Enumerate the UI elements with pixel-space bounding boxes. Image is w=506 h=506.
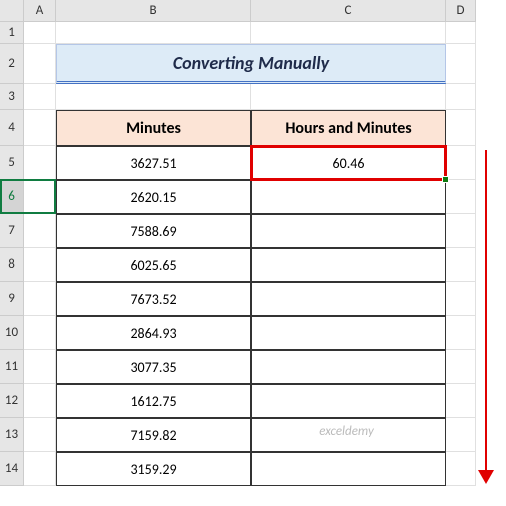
cell-minutes-13[interactable]: 7159.82 [56,418,251,452]
cell-a10[interactable] [24,316,56,350]
cell-a1[interactable] [24,22,56,44]
cell-a3[interactable] [24,84,56,110]
col-header-c[interactable]: C [251,0,446,22]
row-header-3[interactable]: 3 [0,84,24,110]
drag-arrow-line [485,150,487,472]
cell-b1[interactable] [56,22,251,44]
cell-minutes-14[interactable]: 3159.29 [56,452,251,486]
cell-d13[interactable] [446,418,476,452]
col-header-d[interactable]: D [446,0,476,22]
cell-hours-10[interactable] [251,316,446,350]
cell-hours-7[interactable] [251,214,446,248]
cell-hours-8[interactable] [251,248,446,282]
row-header-14[interactable]: 14 [0,452,24,486]
cell-hours-9[interactable] [251,282,446,316]
cell-c1[interactable] [251,22,446,44]
cell-a11[interactable] [24,350,56,384]
row-header-10[interactable]: 10 [0,316,24,350]
cell-minutes-5[interactable]: 3627.51 [56,146,251,180]
cell-d10[interactable] [446,316,476,350]
cell-a4[interactable] [24,110,56,146]
cell-a14[interactable] [24,452,56,486]
drag-arrow-head-icon [478,470,494,484]
header-minutes[interactable]: Minutes [56,110,251,146]
title-cell[interactable]: Converting Manually [56,44,446,84]
cell-hours-13[interactable] [251,418,446,452]
row-header-1[interactable]: 1 [0,22,24,44]
fill-handle[interactable] [442,176,449,183]
cell-hours-14[interactable] [251,452,446,486]
cell-a8[interactable] [24,248,56,282]
cell-d9[interactable] [446,282,476,316]
cell-hours-12[interactable] [251,384,446,418]
header-hours[interactable]: Hours and Minutes [251,110,446,146]
row-header-11[interactable]: 11 [0,350,24,384]
cell-d3[interactable] [446,84,476,110]
cell-a9[interactable] [24,282,56,316]
cell-d2[interactable] [446,44,476,84]
row-header-9[interactable]: 9 [0,282,24,316]
cell-minutes-7[interactable]: 7588.69 [56,214,251,248]
cell-c3[interactable] [251,84,446,110]
cell-a13[interactable] [24,418,56,452]
cell-minutes-6[interactable]: 2620.15 [56,180,251,214]
cell-d11[interactable] [446,350,476,384]
cell-d5[interactable] [446,146,476,180]
cell-a5[interactable] [24,146,56,180]
cell-d1[interactable] [446,22,476,44]
row-header-13[interactable]: 13 [0,418,24,452]
row-header-7[interactable]: 7 [0,214,24,248]
row-header-5[interactable]: 5 [0,146,24,180]
cell-b3[interactable] [56,84,251,110]
cell-a6[interactable] [24,180,56,214]
row-header-4[interactable]: 4 [0,110,24,146]
cell-a7[interactable] [24,214,56,248]
cell-d14[interactable] [446,452,476,486]
cell-minutes-10[interactable]: 2864.93 [56,316,251,350]
cell-d8[interactable] [446,248,476,282]
cell-a12[interactable] [24,384,56,418]
select-all-corner[interactable] [0,0,24,22]
cell-hours-6[interactable] [251,180,446,214]
cell-hours-5[interactable]: 60.46 [251,146,446,180]
cell-d4[interactable] [446,110,476,146]
row-header-8[interactable]: 8 [0,248,24,282]
col-header-b[interactable]: B [56,0,251,22]
cell-a2[interactable] [24,44,56,84]
row-header-12[interactable]: 12 [0,384,24,418]
cell-d7[interactable] [446,214,476,248]
cell-minutes-11[interactable]: 3077.35 [56,350,251,384]
col-header-a[interactable]: A [24,0,56,22]
row-header-6[interactable]: 6 [0,180,24,214]
cell-minutes-9[interactable]: 7673.52 [56,282,251,316]
cell-minutes-12[interactable]: 1612.75 [56,384,251,418]
row-header-2[interactable]: 2 [0,44,24,84]
cell-minutes-8[interactable]: 6025.65 [56,248,251,282]
cell-d6[interactable] [446,180,476,214]
cell-hours-11[interactable] [251,350,446,384]
cell-d12[interactable] [446,384,476,418]
